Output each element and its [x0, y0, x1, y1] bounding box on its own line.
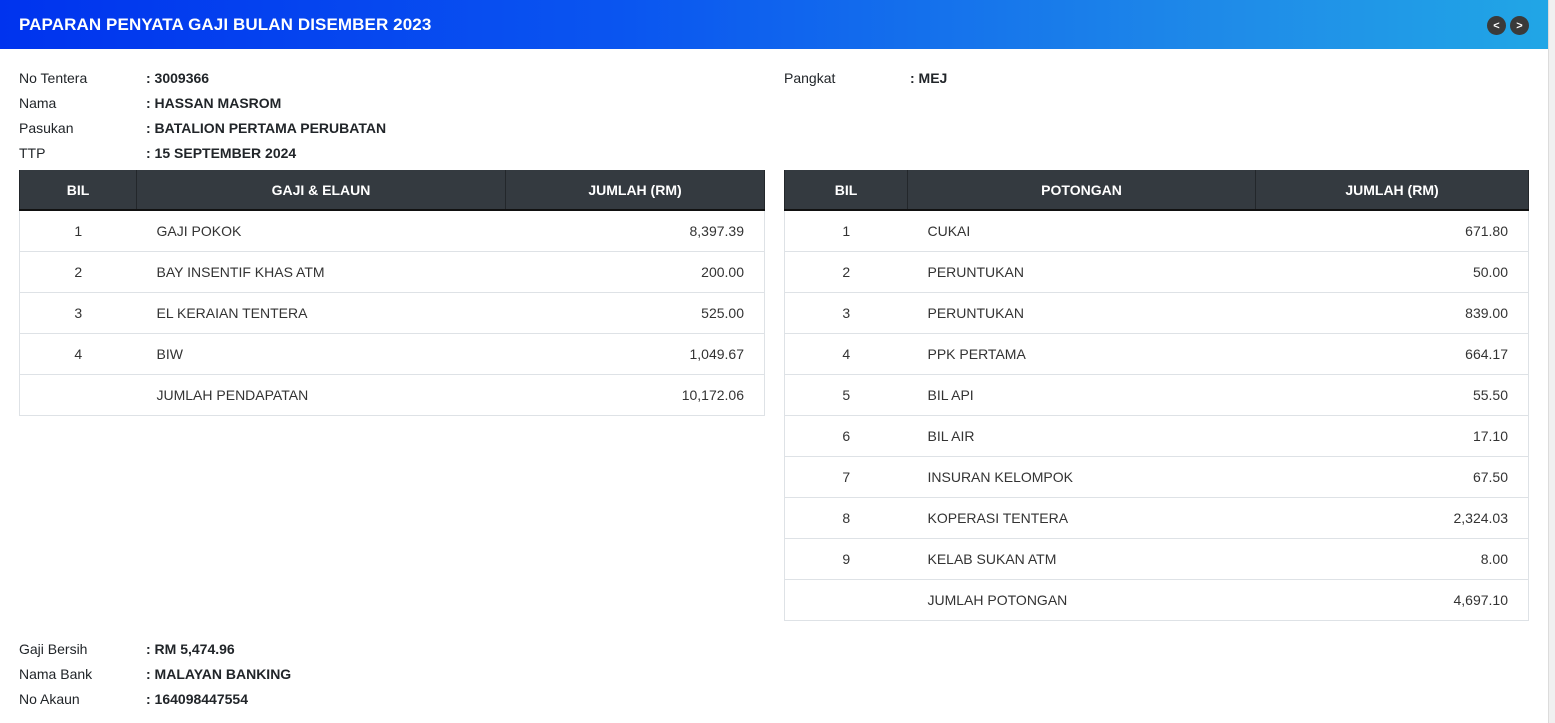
table-row: 9 KELAB SUKAN ATM 8.00 — [784, 537, 1529, 579]
row-bil: 4 — [19, 332, 137, 374]
row-bil: 4 — [784, 332, 908, 374]
next-button[interactable]: > — [1510, 16, 1529, 35]
row-bil: 1 — [784, 209, 908, 251]
earnings-header-row: BIL GAJI & ELAUN JUMLAH (RM) — [19, 170, 765, 211]
table-row: 1 GAJI POKOK 8,397.39 — [19, 209, 765, 251]
table-row: 5 BIL API 55.50 — [784, 373, 1529, 415]
gaji-bersih-label: Gaji Bersih — [19, 641, 88, 657]
row-bil: 5 — [784, 373, 908, 415]
row-item-name: CUKAI — [907, 209, 1256, 251]
row-item-name: KELAB SUKAN ATM — [907, 537, 1256, 579]
table-row: 6 BIL AIR 17.10 — [784, 414, 1529, 456]
page-header: PAPARAN PENYATA GAJI BULAN DISEMBER 2023… — [0, 0, 1548, 49]
column-header-jumlah: JUMLAH (RM) — [1255, 170, 1529, 211]
row-amount: 67.50 — [1255, 455, 1529, 497]
row-bil: 8 — [784, 496, 908, 538]
row-bil: 3 — [784, 291, 908, 333]
row-item-name: BAY INSENTIF KHAS ATM — [136, 250, 506, 292]
row-amount: 17.10 — [1255, 414, 1529, 456]
row-amount: 2,324.03 — [1255, 496, 1529, 538]
row-amount: 8,397.39 — [505, 209, 765, 251]
table-row: 8 KOPERASI TENTERA 2,324.03 — [784, 496, 1529, 538]
gaji-bersih-value: : RM 5,474.96 — [146, 641, 235, 657]
column-header-jumlah: JUMLAH (RM) — [505, 170, 765, 211]
row-bil: 2 — [784, 250, 908, 292]
row-item-name: PPK PERTAMA — [907, 332, 1256, 374]
nama-bank-value: : MALAYAN BANKING — [146, 666, 292, 682]
deductions-table: BIL POTONGAN JUMLAH (RM) 1 CUKAI 671.80 … — [784, 170, 1529, 621]
row-bil: 7 — [784, 455, 908, 497]
ttp-label: TTP — [19, 145, 46, 161]
no-tentera-value: : 3009366 — [146, 70, 210, 86]
no-akaun-label: No Akaun — [19, 691, 80, 707]
table-row: 2 PERUNTUKAN 50.00 — [784, 250, 1529, 292]
row-amount: 200.00 — [505, 250, 765, 292]
column-header-bil: BIL — [784, 170, 908, 211]
table-row: 1 CUKAI 671.80 — [784, 209, 1529, 251]
row-item-name: PERUNTUKAN — [907, 291, 1256, 333]
page-title: PAPARAN PENYATA GAJI BULAN DISEMBER 2023 — [19, 14, 432, 34]
row-item-name: EL KERAIAN TENTERA — [136, 291, 506, 333]
row-item-name: GAJI POKOK — [136, 209, 506, 251]
table-row: 3 EL KERAIAN TENTERA 525.00 — [19, 291, 765, 333]
row-item-name: PERUNTUKAN — [907, 250, 1256, 292]
nama-value: : HASSAN MASROM — [146, 95, 282, 111]
no-tentera-label: No Tentera — [19, 70, 88, 86]
row-amount: 1,049.67 — [505, 332, 765, 374]
row-bil: 1 — [19, 209, 137, 251]
row-amount: 671.80 — [1255, 209, 1529, 251]
column-header-bil: BIL — [19, 170, 137, 211]
row-amount: 55.50 — [1255, 373, 1529, 415]
chevron-left-icon: < — [1493, 19, 1500, 32]
earnings-table: BIL GAJI & ELAUN JUMLAH (RM) 1 GAJI POKO… — [19, 170, 765, 416]
ttp-value: : 15 SEPTEMBER 2024 — [146, 145, 297, 161]
row-amount: 839.00 — [1255, 291, 1529, 333]
row-item-name: BIW — [136, 332, 506, 374]
pasukan-label: Pasukan — [19, 120, 74, 136]
total-row: JUMLAH POTONGAN 4,697.10 — [784, 578, 1529, 621]
table-row: 3 PERUNTUKAN 839.00 — [784, 291, 1529, 333]
row-bil — [784, 578, 908, 621]
row-amount: 50.00 — [1255, 250, 1529, 292]
total-amount: 10,172.06 — [505, 373, 765, 416]
previous-button[interactable]: < — [1487, 16, 1506, 35]
pangkat-label: Pangkat — [784, 70, 836, 86]
total-label: JUMLAH POTONGAN — [907, 578, 1256, 621]
row-item-name: BIL AIR — [907, 414, 1256, 456]
column-header-gaji-elaun: GAJI & ELAUN — [136, 170, 506, 211]
table-row: 2 BAY INSENTIF KHAS ATM 200.00 — [19, 250, 765, 292]
row-item-name: BIL API — [907, 373, 1256, 415]
column-header-potongan: POTONGAN — [907, 170, 1256, 211]
row-item-name: INSURAN KELOMPOK — [907, 455, 1256, 497]
row-item-name: KOPERASI TENTERA — [907, 496, 1256, 538]
no-akaun-value: : 164098447554 — [146, 691, 248, 707]
row-bil: 2 — [19, 250, 137, 292]
deductions-header-row: BIL POTONGAN JUMLAH (RM) — [784, 170, 1529, 211]
row-bil: 3 — [19, 291, 137, 333]
table-row: 7 INSURAN KELOMPOK 67.50 — [784, 455, 1529, 497]
row-amount: 664.17 — [1255, 332, 1529, 374]
chevron-right-icon: > — [1516, 19, 1523, 32]
total-label: JUMLAH PENDAPATAN — [136, 373, 506, 416]
payslip-panel: PAPARAN PENYATA GAJI BULAN DISEMBER 2023… — [0, 0, 1548, 723]
row-amount: 8.00 — [1255, 537, 1529, 579]
row-amount: 525.00 — [505, 291, 765, 333]
pangkat-value: : MEJ — [910, 70, 948, 86]
nama-label: Nama — [19, 95, 57, 111]
pasukan-value: : BATALION PERTAMA PERUBATAN — [146, 120, 387, 136]
total-amount: 4,697.10 — [1255, 578, 1529, 621]
row-bil: 6 — [784, 414, 908, 456]
table-row: 4 PPK PERTAMA 664.17 — [784, 332, 1529, 374]
scrollbar-track[interactable] — [1548, 0, 1555, 723]
row-bil — [19, 373, 137, 416]
total-row: JUMLAH PENDAPATAN 10,172.06 — [19, 373, 765, 416]
row-bil: 9 — [784, 537, 908, 579]
table-row: 4 BIW 1,049.67 — [19, 332, 765, 374]
nama-bank-label: Nama Bank — [19, 666, 93, 682]
